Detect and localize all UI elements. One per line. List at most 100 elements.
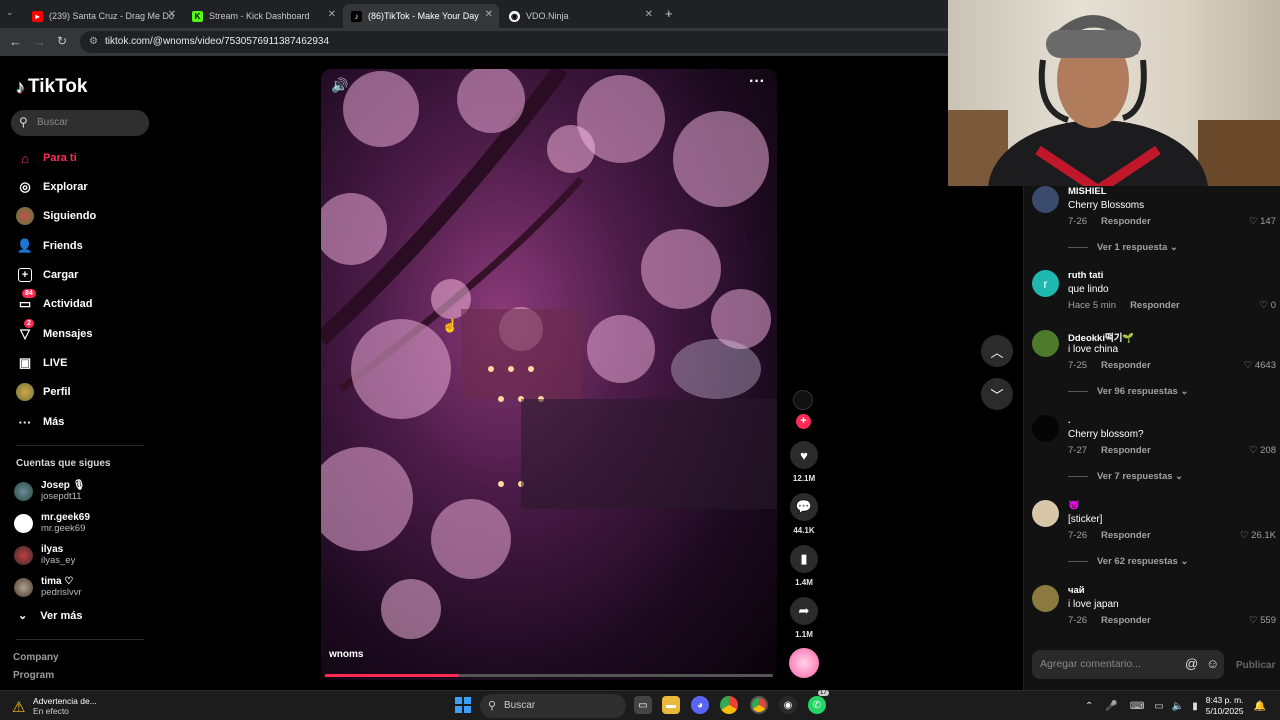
reply-button[interactable]: Responder — [1130, 300, 1180, 311]
network-icon[interactable]: ▭ — [1154, 701, 1163, 712]
next-video-button[interactable]: ﹀ — [981, 378, 1013, 410]
avatar[interactable] — [1032, 186, 1059, 213]
view-replies-button[interactable]: Ver 62 respuestas ⌄ — [1068, 556, 1188, 567]
comment-user[interactable]: MISHIEL — [1068, 186, 1107, 197]
task-view-icon[interactable]: ▭ — [634, 696, 652, 714]
volume-icon[interactable]: 🔈 — [1172, 701, 1184, 712]
nav-mas[interactable]: ··· Más — [16, 412, 65, 432]
forward-icon[interactable]: → — [33, 34, 46, 49]
discord-icon[interactable]: ◕ — [691, 696, 709, 714]
file-explorer-icon[interactable]: ▬ — [662, 696, 680, 714]
chrome-icon[interactable] — [720, 696, 738, 714]
reply-button[interactable]: Responder — [1101, 445, 1151, 456]
comment-button[interactable]: 💬 44.1K — [790, 493, 818, 535]
following-account[interactable]: Josep 🎙 josepdt11 — [14, 480, 85, 502]
taskbar-search[interactable]: ⚲ Buscar — [480, 694, 626, 718]
video-author[interactable]: wnoms — [329, 649, 363, 660]
obs-icon[interactable]: ◉ — [779, 696, 797, 714]
view-replies-button[interactable]: Ver 1 respuesta ⌄ — [1068, 242, 1178, 253]
nav-siguiendo[interactable]: Siguiendo — [16, 206, 96, 226]
tab-youtube[interactable]: ▸ (239) Santa Cruz - Drag Me Do ✕ — [24, 4, 182, 28]
close-icon[interactable]: ✕ — [485, 9, 493, 20]
avatar[interactable] — [1032, 330, 1059, 357]
reply-button[interactable]: Responder — [1101, 530, 1151, 541]
following-account[interactable]: mr.geek69 mr.geek69 — [14, 512, 90, 534]
previous-video-button[interactable]: ︿ — [981, 335, 1013, 367]
notifications-icon[interactable]: 🔔 — [1254, 701, 1266, 712]
chevron-up-icon[interactable]: ⌃ — [1085, 701, 1093, 712]
nav-live[interactable]: ▣ LIVE — [16, 353, 68, 373]
view-replies-button[interactable]: Ver 7 respuestas ⌄ — [1068, 471, 1183, 482]
avatar[interactable] — [1032, 585, 1059, 612]
save-button[interactable]: ▮ 1.4M — [790, 545, 818, 587]
warning-notification[interactable]: ⚠ Advertencia de... En efecto — [12, 696, 97, 716]
comment-user[interactable]: чай — [1068, 585, 1085, 596]
music-disc[interactable] — [789, 648, 819, 678]
comment-like-button[interactable]: ♡ 4643 — [1244, 360, 1276, 371]
comment-user[interactable]: ruth tati — [1068, 270, 1103, 281]
avatar[interactable] — [1032, 500, 1059, 527]
reply-button[interactable]: Responder — [1101, 216, 1151, 227]
url-input[interactable]: ⚙ tiktok.com/@wnoms/video/75305769113874… — [80, 31, 960, 53]
tab-kick[interactable]: K Stream - Kick Dashboard ✕ — [184, 4, 342, 28]
comment-like-button[interactable]: ♡ 559 — [1249, 615, 1276, 626]
reply-button[interactable]: Responder — [1101, 615, 1151, 626]
comment-like-button[interactable]: ♡ 147 — [1249, 216, 1276, 227]
see-more-label: Ver más — [40, 610, 83, 622]
mention-icon[interactable]: @ — [1185, 656, 1198, 671]
windows-start-icon[interactable] — [455, 697, 471, 713]
comment-date: 7-26 — [1068, 530, 1088, 541]
keyboard-icon[interactable]: ⌨ — [1130, 701, 1144, 712]
microphone-icon[interactable]: 🎤 — [1105, 701, 1117, 712]
tab-vdo-ninja[interactable]: ◉ VDO.Ninja ✕ — [501, 4, 659, 28]
follow-plus-icon[interactable]: + — [796, 414, 811, 429]
reply-button[interactable]: Responder — [1101, 360, 1151, 371]
chrome-active-icon[interactable] — [750, 696, 768, 714]
whatsapp-icon[interactable]: ✆ 17 — [808, 690, 829, 714]
like-button[interactable]: ♥ 12.1M — [790, 441, 818, 483]
more-options-icon[interactable]: ··· — [749, 73, 765, 91]
share-button[interactable]: ➦ 1.1M — [790, 597, 818, 639]
comment-like-button[interactable]: ♡ 26.1K — [1240, 530, 1276, 541]
comment-user[interactable]: Ddeokki떡기🌱 — [1068, 330, 1134, 344]
video-player[interactable]: 🔊 ··· wnoms — [321, 69, 777, 680]
comment-user[interactable]: 👿 — [1068, 500, 1080, 511]
close-icon[interactable]: ✕ — [645, 9, 653, 20]
battery-icon[interactable]: ▮ — [1192, 701, 1198, 712]
tab-list-dropdown[interactable]: ⌄ — [6, 7, 14, 18]
clock[interactable]: 8:43 p. m. 5/10/2025 — [1206, 695, 1244, 717]
comment-like-button[interactable]: ♡ 208 — [1249, 445, 1276, 456]
comment-input[interactable]: Agregar comentario... @ ☺ — [1032, 650, 1224, 679]
following-account[interactable]: ilyas ilyas_ey — [14, 544, 75, 566]
publish-button[interactable]: Publicar — [1236, 660, 1275, 671]
avatar[interactable] — [1032, 415, 1059, 442]
close-icon[interactable]: ✕ — [328, 9, 336, 20]
see-more-button[interactable]: ⌄ Ver más — [18, 609, 82, 622]
nav-actividad[interactable]: ▭ 84 Actividad — [16, 289, 93, 314]
emoji-icon[interactable]: ☺ — [1206, 656, 1219, 671]
search-input[interactable]: ⚲ Buscar — [11, 110, 149, 136]
tiktok-logo[interactable]: ♪ TikTok — [16, 76, 87, 98]
nav-para-ti[interactable]: ⌂ Para ti — [16, 148, 77, 168]
footer-link-company[interactable]: Company — [13, 652, 59, 663]
volume-icon[interactable]: 🔊 — [331, 77, 348, 94]
nav-perfil[interactable]: Perfil — [16, 382, 71, 402]
tab-tiktok[interactable]: ♪ (86)TikTok - Make Your Day ✕ — [343, 4, 499, 28]
site-info-icon[interactable]: ⚙ — [89, 36, 98, 47]
video-progress-bar[interactable] — [325, 674, 773, 677]
nav-friends[interactable]: 👤 Friends — [16, 236, 83, 256]
back-icon[interactable]: ← — [9, 34, 22, 49]
nav-explorar[interactable]: ◎ Explorar — [16, 177, 87, 197]
new-tab-button[interactable]: + — [665, 6, 673, 21]
nav-cargar[interactable]: + Cargar — [16, 265, 78, 285]
view-replies-button[interactable]: Ver 96 respuestas ⌄ — [1068, 386, 1188, 397]
avatar[interactable]: r — [1032, 270, 1059, 297]
creator-avatar[interactable] — [793, 390, 813, 410]
reload-icon[interactable]: ↻ — [57, 34, 67, 48]
following-account[interactable]: tima ♡ pedrislvvr — [14, 576, 82, 598]
nav-mensajes[interactable]: ▽ 2 Mensajes — [16, 319, 93, 344]
comment-user[interactable]: . — [1068, 415, 1071, 426]
comment-like-button[interactable]: ♡ 0 — [1260, 300, 1276, 311]
footer-link-program[interactable]: Program — [13, 670, 54, 681]
close-icon[interactable]: ✕ — [168, 9, 176, 20]
